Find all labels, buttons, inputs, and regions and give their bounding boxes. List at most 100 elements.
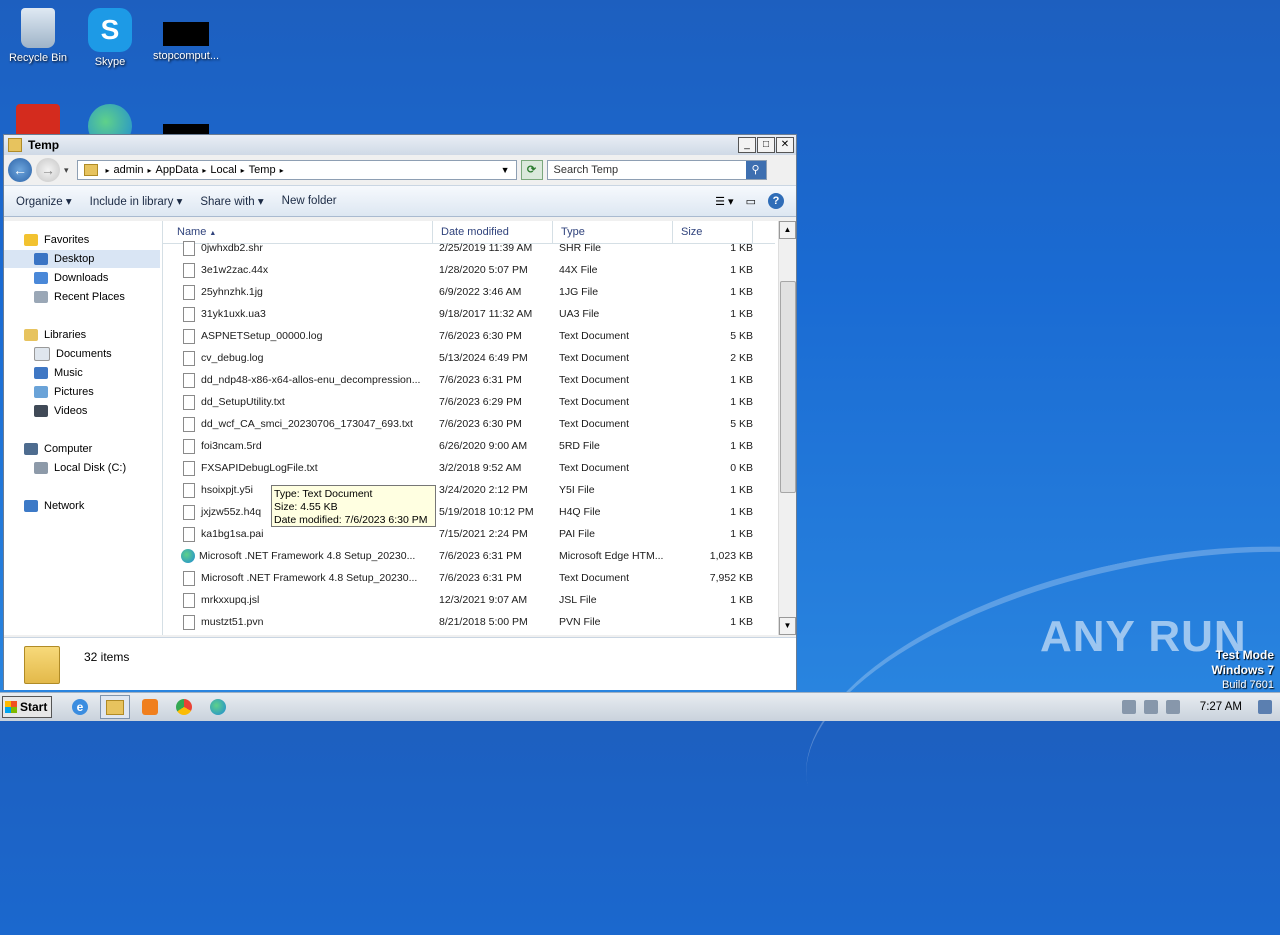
share-with-button[interactable]: Share with ▾ (200, 194, 263, 208)
file-name-cell: ka1bg1sa.pai (163, 526, 433, 542)
nav-videos[interactable]: Videos (34, 402, 87, 420)
file-name: dd_wcf_CA_smci_20230706_173047_693.txt (201, 418, 413, 430)
internet-explorer-icon: e (72, 699, 88, 715)
file-icon (183, 416, 195, 432)
file-size: 1 KB (730, 396, 753, 408)
file-row[interactable]: mrkxxupq.jsl 12/3/2021 9:07 AM JSL File 1 K… (163, 589, 775, 611)
breadcrumb-appdata[interactable]: AppData (156, 164, 199, 176)
taskbar-explorer[interactable] (100, 695, 130, 719)
nav-recent-places[interactable]: Recent Places (34, 288, 125, 306)
vertical-scrollbar[interactable]: ▲ ▼ (778, 221, 796, 635)
nav-documents[interactable]: Documents (34, 345, 112, 363)
title-bar[interactable]: Temp _ □ ✕ (4, 135, 796, 155)
file-row[interactable]: 31yk1uxk.ua3 9/18/2017 11:32 AM UA3 File 1 … (163, 303, 775, 325)
pictures-icon (34, 386, 48, 398)
show-desktop-button[interactable] (1258, 700, 1272, 714)
file-row[interactable]: 3e1w2zac.44x 1/28/2020 5:07 PM 44X File 1 K… (163, 259, 775, 281)
file-row[interactable]: dd_wcf_CA_smci_20230706_173047_693.txt 7/… (163, 413, 775, 435)
file-row[interactable]: mustzt51.pvn 8/21/2018 5:00 PM PVN File 1 K… (163, 611, 775, 633)
breadcrumb-temp[interactable]: Temp (249, 164, 276, 176)
file-date: 8/21/2018 5:00 PM (439, 616, 528, 628)
nav-desktop[interactable]: Desktop (4, 250, 160, 268)
file-date: 7/6/2023 6:31 PM (439, 572, 522, 584)
skype-icon: S (88, 8, 132, 52)
address-bar[interactable]: ▸ admin ▸ AppData ▸ Local ▸ Temp ▸ ▼ (76, 160, 517, 180)
nav-downloads[interactable]: Downloads (34, 269, 108, 287)
search-icon[interactable]: ⚲ (745, 161, 766, 179)
file-row[interactable]: Microsoft .NET Framework 4.8 Setup_20230… (163, 545, 775, 567)
search-input[interactable]: Search Temp ⚲ (546, 160, 767, 180)
file-date: 7/6/2023 6:30 PM (439, 418, 522, 430)
nav-network[interactable]: Network (24, 497, 84, 515)
network-tray-icon[interactable] (1143, 700, 1158, 714)
file-icon (183, 372, 195, 388)
file-row[interactable]: ka1bg1sa.pai 7/15/2021 2:24 PM PAI File 1 K… (163, 523, 775, 545)
file-icon (183, 240, 195, 256)
file-size: 1 KB (730, 594, 753, 606)
file-icon (183, 614, 195, 630)
nav-libraries[interactable]: Libraries (24, 326, 86, 344)
organize-button[interactable]: Organize ▾ (16, 194, 72, 208)
desktop-icon-skype[interactable]: S Skype (72, 8, 148, 68)
new-folder-button[interactable]: New folder (282, 195, 337, 207)
file-row[interactable]: Microsoft .NET Framework 4.8 Setup_20230… (163, 567, 775, 589)
change-view-icon[interactable]: ☰ ▾ (715, 195, 733, 208)
help-icon[interactable]: ? (768, 193, 784, 209)
file-row[interactable]: foi3ncam.5rd 6/26/2020 9:00 AM 5RD File 1 K… (163, 435, 775, 457)
taskbar-ie[interactable]: e (66, 696, 94, 718)
file-size: 1 KB (730, 440, 753, 452)
file-name-cell: foi3ncam.5rd (163, 438, 433, 454)
desktop-icon (34, 253, 48, 265)
taskbar-media-player[interactable] (136, 696, 164, 718)
back-button[interactable]: ← (8, 158, 32, 182)
address-dropdown[interactable]: ▼ (501, 165, 510, 175)
include-in-library-button[interactable]: Include in library ▾ (90, 194, 183, 208)
file-row[interactable]: hsoixpjt.y5i 3/24/2020 2:12 PM Y5I File 1 K… (163, 479, 775, 501)
desktop-icon-recycle-bin[interactable]: Recycle Bin (0, 8, 76, 64)
scroll-up-button[interactable]: ▲ (779, 221, 796, 239)
refresh-button[interactable]: ⟳ (520, 160, 543, 180)
file-row[interactable]: FXSAPIDebugLogFile.txt 3/2/2018 9:52 AM Te… (163, 457, 775, 479)
tooltip-date: Date modified: 7/6/2023 6:30 PM (274, 514, 428, 526)
file-row[interactable]: dd_SetupUtility.txt 7/6/2023 6:29 PM Text … (163, 391, 775, 413)
file-row[interactable]: 25yhnzhk.1jg 6/9/2022 3:46 AM 1JG File 1 KB (163, 281, 775, 303)
preview-pane-icon[interactable]: ▭ (746, 195, 756, 208)
file-date: 3/2/2018 9:52 AM (439, 462, 522, 474)
clock[interactable]: 7:27 AM (1200, 701, 1242, 713)
file-type: PAI File (559, 528, 595, 540)
desktop-icon-stopcomputer[interactable]: stopcomput... (148, 8, 224, 62)
nav-local-disk[interactable]: Local Disk (C:) (34, 459, 126, 477)
nav-computer[interactable]: Computer (24, 440, 92, 458)
file-row[interactable]: cv_debug.log 5/13/2024 6:49 PM Text Docume… (163, 347, 775, 369)
file-row[interactable]: 0jwhxdb2.shr 2/25/2019 11:39 AM SHR File 1 … (163, 237, 775, 259)
file-icon (183, 438, 195, 454)
maximize-button[interactable]: □ (757, 137, 775, 153)
start-button[interactable]: Start (2, 696, 52, 718)
breadcrumb-local[interactable]: Local (210, 164, 236, 176)
file-name-cell: 0jwhxdb2.shr (163, 240, 433, 256)
nav-favorites[interactable]: Favorites (24, 231, 89, 249)
file-row[interactable]: jxjzw55z.h4q 5/19/2018 10:12 PM H4Q File 1 … (163, 501, 775, 523)
chrome-icon (176, 699, 192, 715)
file-size: 7,952 KB (709, 572, 753, 584)
volume-icon[interactable] (1121, 700, 1136, 714)
file-row[interactable]: dd_ndp48-x86-x64-allos-enu_decompression… (163, 369, 775, 391)
scroll-thumb[interactable] (780, 281, 796, 493)
minimize-button[interactable]: _ (738, 137, 756, 153)
recent-pages-dropdown[interactable]: ▾ (64, 165, 69, 176)
breadcrumb-admin[interactable]: admin (114, 164, 144, 176)
folder-icon (106, 699, 124, 715)
action-center-flag-icon[interactable] (1165, 700, 1180, 714)
forward-button[interactable]: → (36, 158, 60, 182)
scroll-down-button[interactable]: ▼ (779, 617, 796, 635)
nav-pictures[interactable]: Pictures (34, 383, 94, 401)
taskbar-chrome[interactable] (170, 696, 198, 718)
file-name: Microsoft .NET Framework 4.8 Setup_20230… (199, 550, 416, 562)
item-count: 32 items (84, 650, 130, 664)
file-row[interactable]: ASPNETSetup_00000.log 7/6/2023 6:30 PM Tex… (163, 325, 775, 347)
tooltip-size: Size: 4.55 KB (274, 501, 338, 513)
close-button[interactable]: ✕ (776, 137, 794, 153)
nav-music[interactable]: Music (34, 364, 83, 382)
taskbar-edge[interactable] (204, 696, 232, 718)
file-name-cell: mrkxxupq.jsl (163, 592, 433, 608)
